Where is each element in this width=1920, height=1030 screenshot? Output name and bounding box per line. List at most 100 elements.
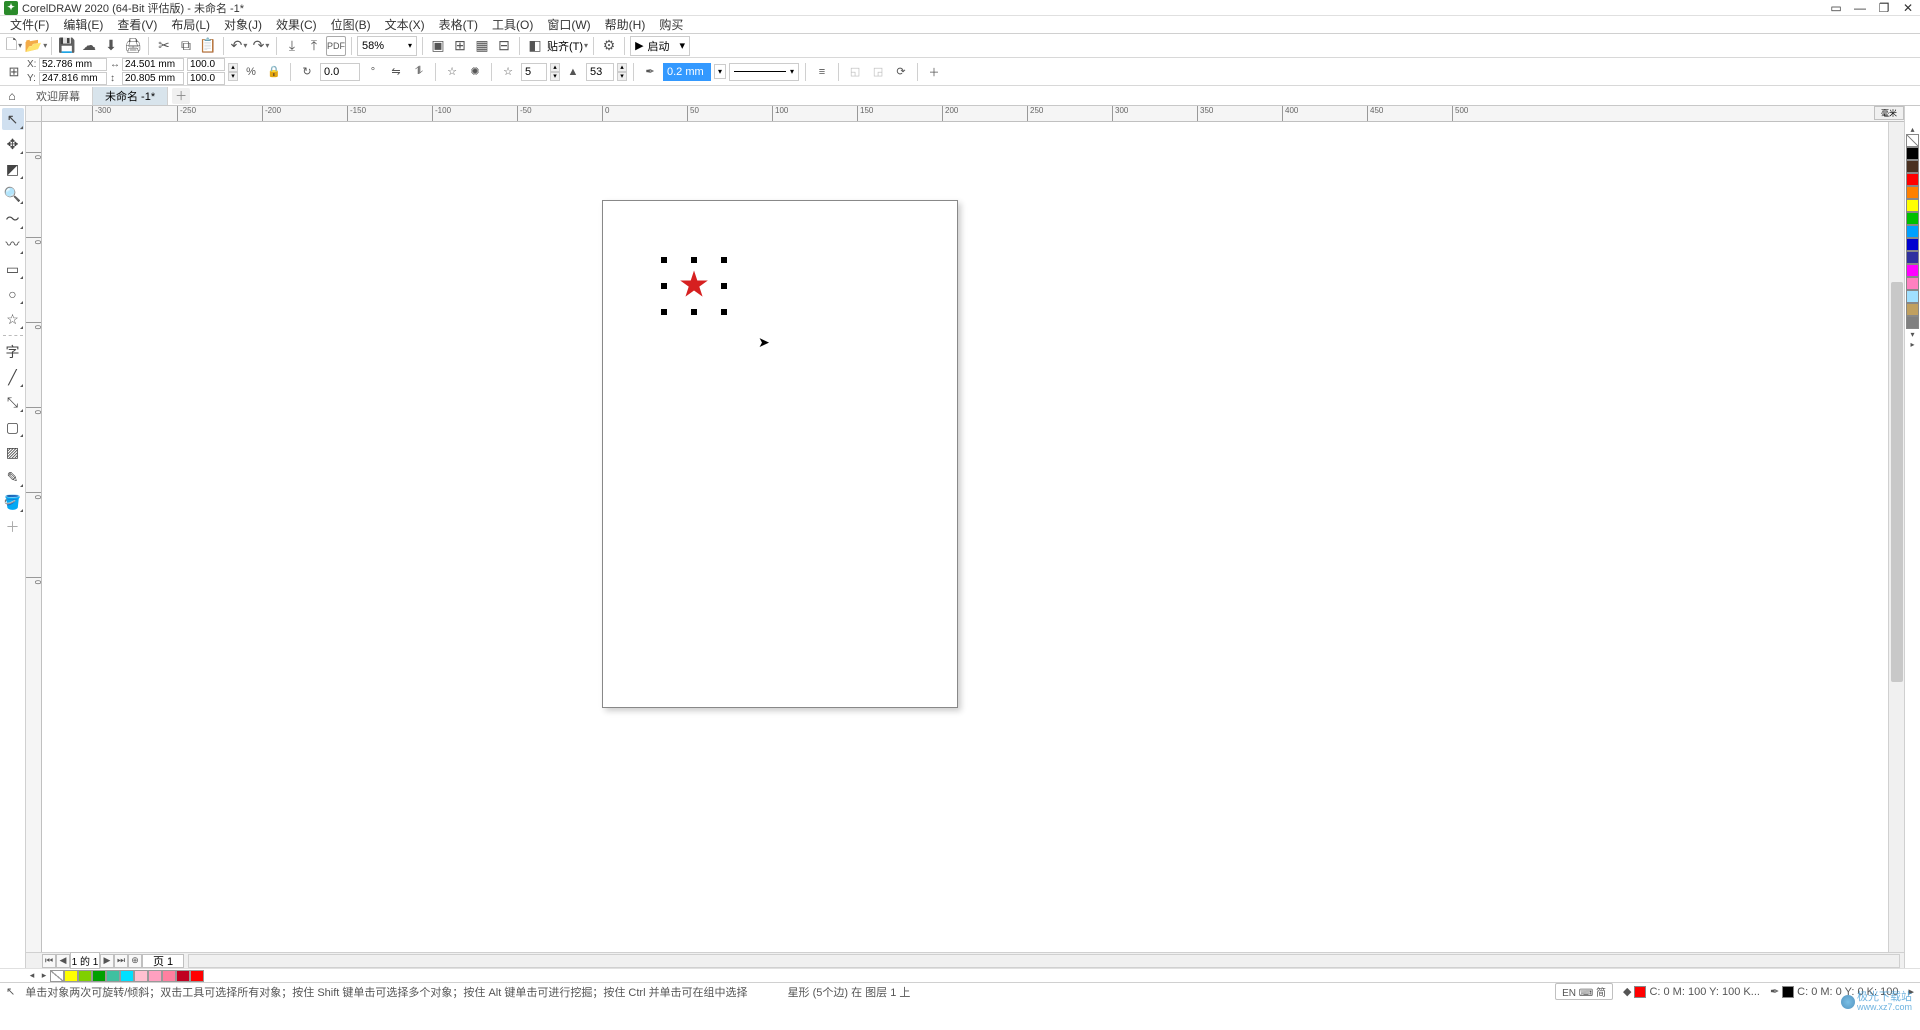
menu-buy[interactable]: 购买 [653, 16, 689, 33]
pick-tool[interactable]: ↖ [2, 108, 24, 130]
outline-indicator[interactable]: ✒ C: 0 M: 0 Y: 0 K: 100 [1770, 985, 1899, 998]
lock-aspect-icon[interactable]: 🔒 [264, 62, 284, 82]
shape-tool[interactable]: ✥ [2, 133, 24, 155]
maximize-icon[interactable]: ❐ [1876, 1, 1892, 15]
new-button[interactable]: 🗋▾ [4, 36, 24, 56]
palette-down-icon[interactable]: ▾ [1906, 329, 1919, 339]
add-preset-icon[interactable]: ＋ [924, 62, 944, 82]
mirror-v-icon[interactable]: ⥮ [409, 62, 429, 82]
menu-bitmap[interactable]: 位图(B) [325, 16, 377, 33]
color-swatch[interactable] [106, 970, 120, 982]
page-tab[interactable]: 页 1 [142, 954, 184, 968]
show-guides-icon[interactable]: ⊟ [494, 36, 514, 56]
ruler-origin[interactable] [26, 106, 42, 122]
color-swatch[interactable] [64, 970, 78, 982]
no-color-swatch[interactable] [1906, 134, 1919, 147]
undo-button[interactable]: ↶▾ [229, 36, 249, 56]
color-swatch[interactable] [134, 970, 148, 982]
to-back-icon[interactable]: ◲ [868, 62, 888, 82]
cut-button[interactable]: ✂ [154, 36, 174, 56]
color-swatch[interactable] [92, 970, 106, 982]
ruler-horizontal[interactable]: -300-250 -200-150 -100-50 050 100150 200… [42, 106, 1904, 122]
color-swatch[interactable] [1906, 251, 1919, 264]
wrap-text-icon[interactable]: ≡ [812, 62, 832, 82]
points-spinner[interactable]: ▴▾ [550, 63, 560, 81]
fill-tool[interactable]: 🪣 [2, 491, 24, 513]
x-input[interactable] [39, 58, 107, 71]
freehand-tool[interactable]: ～ [2, 208, 24, 230]
width-input[interactable] [122, 58, 184, 71]
star-icon[interactable]: ☆ [442, 62, 462, 82]
palette-menu-icon[interactable]: ▸ [1908, 985, 1914, 998]
crop-tool[interactable]: ◩ [2, 158, 24, 180]
nav-next-icon[interactable]: ▶ [100, 954, 114, 968]
y-input[interactable] [39, 72, 107, 85]
color-swatch[interactable] [148, 970, 162, 982]
open-button[interactable]: 📂▾ [26, 36, 46, 56]
color-swatch[interactable] [1906, 199, 1919, 212]
outline-width-input[interactable]: 0.2 mm [663, 63, 711, 81]
color-swatch[interactable] [1906, 303, 1919, 316]
color-swatch[interactable] [1906, 290, 1919, 303]
menu-effects[interactable]: 效果(C) [270, 16, 323, 33]
paste-button[interactable]: 📋 [198, 36, 218, 56]
complex-star-icon[interactable]: ✺ [465, 62, 485, 82]
dimension-tool[interactable]: ╱ [2, 366, 24, 388]
close-icon[interactable]: ✕ [1900, 1, 1916, 15]
save-button[interactable]: 💾 [57, 36, 77, 56]
outline-width-dropdown[interactable]: ▾ [714, 64, 726, 79]
ruler-units[interactable]: 毫米 [1874, 106, 1904, 120]
color-swatch[interactable] [190, 970, 204, 982]
page-number-display[interactable]: 1 的 1 [70, 952, 100, 969]
scrollbar-vertical[interactable] [1888, 122, 1904, 952]
scale-y-input[interactable] [187, 72, 225, 85]
show-rulers-icon[interactable]: ⊞ [450, 36, 470, 56]
transparency-tool[interactable]: ▨ [2, 441, 24, 463]
show-grid-icon[interactable]: ▦ [472, 36, 492, 56]
ime-indicator[interactable]: EN ⌨ 简 [1555, 983, 1613, 1000]
export-button[interactable]: ⤒ [304, 36, 324, 56]
redo-button[interactable]: ↷▾ [251, 36, 271, 56]
ellipse-tool[interactable]: ○ [2, 283, 24, 305]
home-icon[interactable]: ⌂ [0, 87, 24, 105]
scale-x-input[interactable] [187, 58, 225, 71]
zoom-tool[interactable]: 🔍 [2, 183, 24, 205]
eyedropper-tool[interactable]: ✎ [2, 466, 24, 488]
artistic-media-tool[interactable]: 〰 [2, 233, 24, 255]
nav-prev-icon[interactable]: ◀ [56, 954, 70, 968]
color-swatch[interactable] [1906, 160, 1919, 173]
color-swatch[interactable] [1906, 316, 1919, 329]
menu-file[interactable]: 文件(F) [4, 16, 55, 33]
canvas[interactable]: ★ ➤ [42, 122, 1888, 952]
menu-tools[interactable]: 工具(O) [486, 16, 539, 33]
scrollbar-horizontal[interactable] [188, 954, 1900, 968]
help-button-icon[interactable]: ▭ [1828, 1, 1844, 15]
nav-last-icon[interactable]: ⏭ [114, 954, 128, 968]
menu-object[interactable]: 对象(J) [218, 16, 268, 33]
copy-button[interactable]: ⧉ [176, 36, 196, 56]
fullscreen-icon[interactable]: ▣ [428, 36, 448, 56]
palette-flyout-icon[interactable]: ▸ [1906, 339, 1919, 349]
ruler-vertical[interactable]: 00 00 00 [26, 122, 42, 952]
color-swatch[interactable] [78, 970, 92, 982]
fill-indicator[interactable]: ◆ C: 0 M: 100 Y: 100 K... [1623, 985, 1760, 998]
rotation-input[interactable] [320, 63, 360, 81]
cloud-down-icon[interactable]: ⬇ [101, 36, 121, 56]
minimize-icon[interactable]: — [1852, 1, 1868, 15]
mirror-h-icon[interactable]: ⇋ [386, 62, 406, 82]
connector-tool[interactable]: ⤡ [2, 391, 24, 413]
points-input[interactable] [521, 63, 547, 81]
palette-up-icon[interactable]: ▴ [1906, 124, 1919, 134]
line-style-combo[interactable]: ▾ [729, 63, 799, 81]
palette-left-icon[interactable]: ◂ [26, 970, 38, 981]
menu-table[interactable]: 表格(T) [433, 16, 484, 33]
color-swatch[interactable] [162, 970, 176, 982]
add-tool-icon[interactable]: ＋ [2, 516, 24, 538]
menu-window[interactable]: 窗口(W) [541, 16, 596, 33]
color-swatch[interactable] [1906, 212, 1919, 225]
snap-dropdown[interactable]: 贴齐(T)▾ [547, 38, 588, 54]
color-swatch[interactable] [1906, 173, 1919, 186]
rectangle-tool[interactable]: ▭ [2, 258, 24, 280]
color-swatch[interactable] [1906, 238, 1919, 251]
tab-document[interactable]: 未命名 -1* [93, 87, 168, 105]
